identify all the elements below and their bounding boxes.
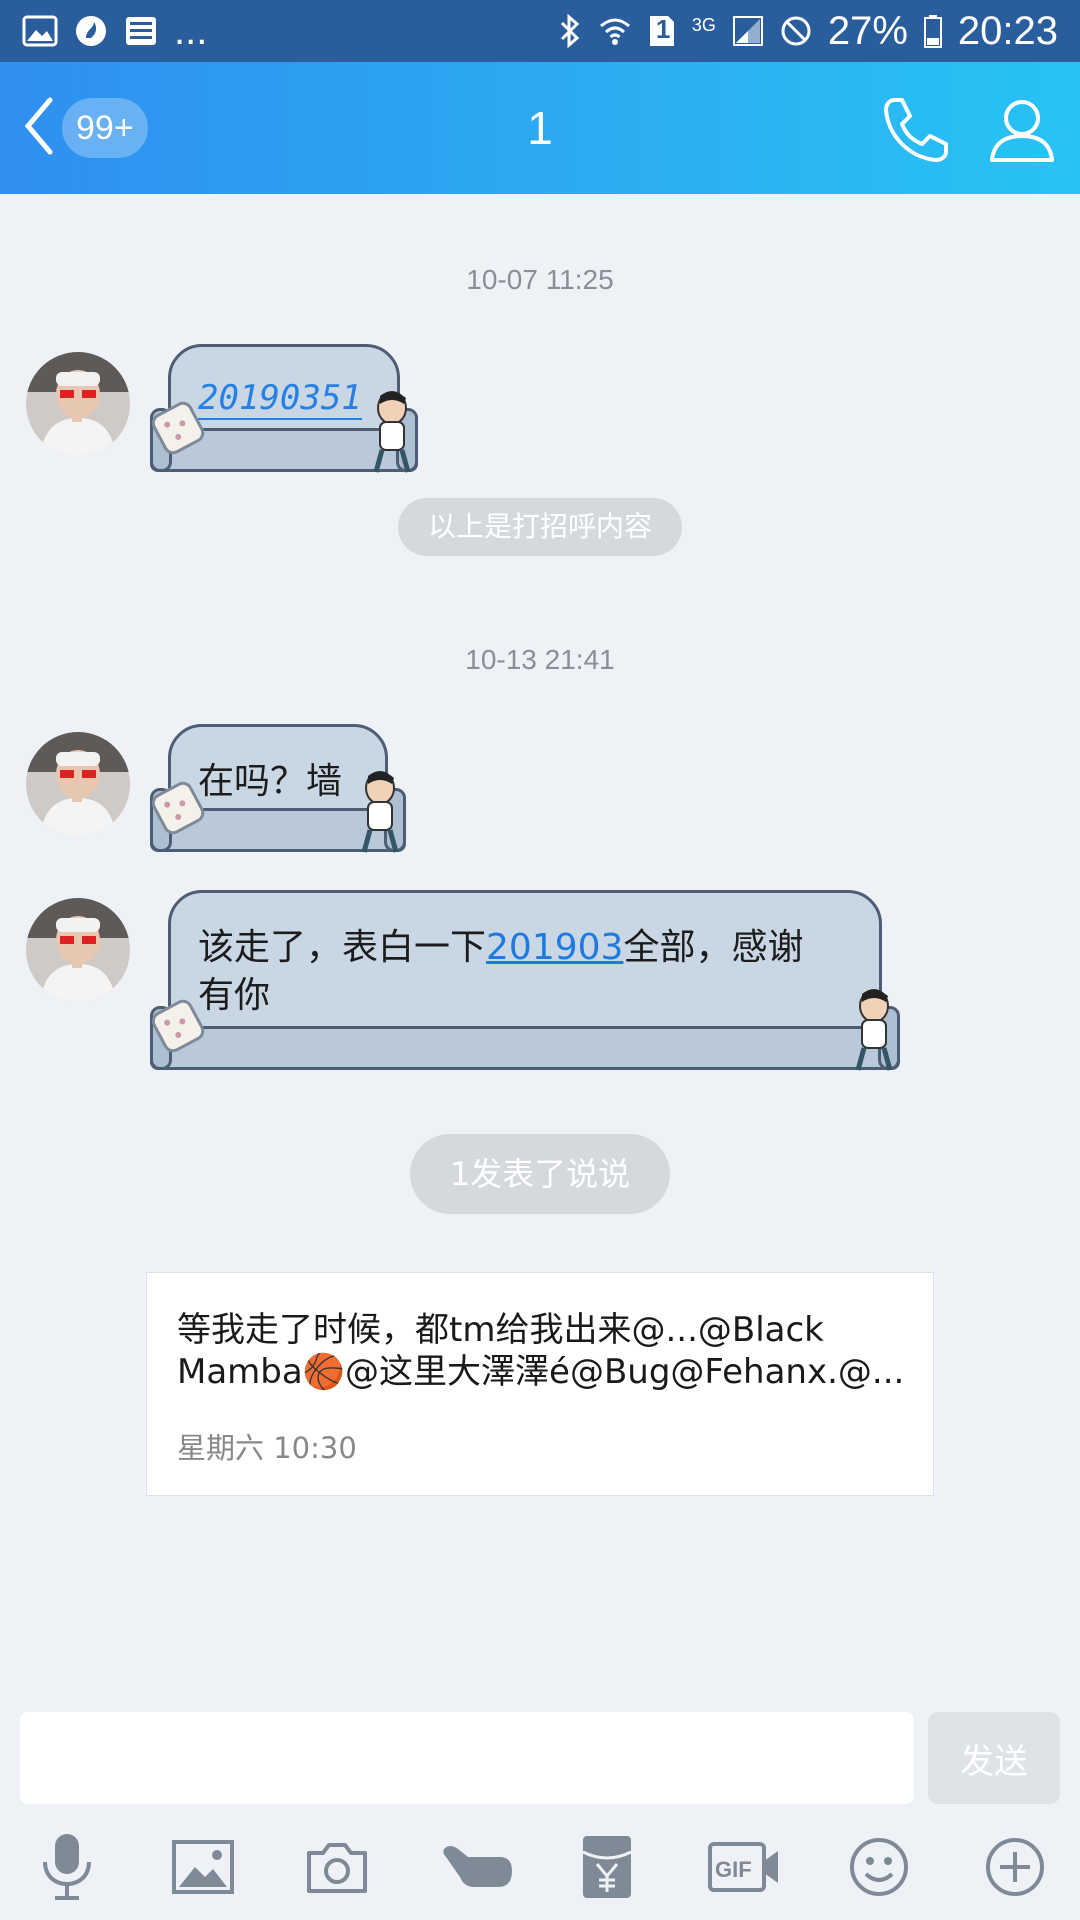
- phone-call-button[interactable]: [880, 94, 952, 166]
- image-icon[interactable]: [168, 1832, 238, 1902]
- message-text: 该走了，表白一下201903全部，感谢有你: [198, 924, 838, 1020]
- chevron-left-icon: [22, 96, 56, 160]
- greeting-notice: 以上是打招呼内容: [398, 498, 682, 556]
- storage-notification-icon: [124, 15, 158, 47]
- message-timestamp: 10-07 11:25: [466, 264, 614, 295]
- gif-icon[interactable]: GIF: [706, 1832, 782, 1902]
- sticker-man-decoration: [361, 771, 399, 853]
- avatar[interactable]: [26, 732, 130, 836]
- number-link[interactable]: 20190351: [198, 378, 362, 420]
- unread-count-badge: 99+: [62, 98, 148, 158]
- message-input[interactable]: [20, 1712, 914, 1804]
- message-timestamp: 10-13 21:41: [465, 644, 615, 675]
- sticker-man-decoration: [855, 989, 893, 1071]
- post-text: 等我走了时候，都tm给我出来@...@Black Mamba🏀@这里大澤澤é@B…: [177, 1310, 905, 1392]
- chat-header: 99+ 1: [0, 62, 1080, 194]
- send-button[interactable]: 发送: [928, 1712, 1060, 1804]
- phone-icon: [884, 98, 948, 162]
- sticker-man-decoration: [373, 391, 411, 473]
- battery-percent: 27%: [827, 8, 908, 53]
- gallery-notification-icon: [22, 15, 58, 47]
- do-not-disturb-icon: [780, 15, 812, 47]
- post-notice: 1发表了说说: [410, 1134, 670, 1214]
- post-time: 星期六 10:30: [177, 1431, 357, 1465]
- avatar[interactable]: [26, 352, 130, 456]
- svg-text:GIF: GIF: [715, 1857, 752, 1882]
- red-packet-icon[interactable]: [572, 1832, 642, 1902]
- back-button[interactable]: 99+: [22, 92, 152, 164]
- microphone-icon[interactable]: [32, 1832, 102, 1902]
- plus-icon[interactable]: [980, 1832, 1050, 1902]
- profile-button[interactable]: [986, 94, 1058, 166]
- camera-icon[interactable]: [302, 1832, 372, 1902]
- message-bubble[interactable]: 该走了，表白一下201903全部，感谢有你: [148, 890, 900, 1071]
- message-text: 在吗？墙: [198, 761, 343, 802]
- network-type: 3G: [691, 14, 716, 35]
- message-bubble[interactable]: 在吗？墙: [148, 724, 406, 853]
- avatar[interactable]: [26, 898, 130, 1002]
- sim-label: 1: [655, 14, 671, 44]
- app-notification-icon: [74, 14, 108, 48]
- more-notifications: ...: [174, 8, 208, 53]
- user-icon: [990, 100, 1054, 162]
- sim-card-icon: 1: [648, 14, 676, 48]
- battery-icon: [923, 14, 942, 48]
- bluetooth-icon: [558, 14, 582, 48]
- status-bar: ... 1 3G 27% 20:23: [0, 0, 1080, 62]
- poke-icon[interactable]: [438, 1832, 518, 1902]
- message-text-prefix: 该走了，表白一下: [198, 927, 487, 968]
- message-bubble[interactable]: 20190351: [148, 344, 418, 473]
- signal-icon: [732, 15, 764, 47]
- wifi-icon: [598, 15, 632, 47]
- shared-post-card[interactable]: 等我走了时候，都tm给我出来@...@Black Mamba🏀@这里大澤澤é@B…: [146, 1272, 934, 1496]
- emoji-icon[interactable]: [844, 1832, 914, 1902]
- clock: 20:23: [957, 8, 1058, 53]
- number-link[interactable]: 201903: [486, 927, 623, 968]
